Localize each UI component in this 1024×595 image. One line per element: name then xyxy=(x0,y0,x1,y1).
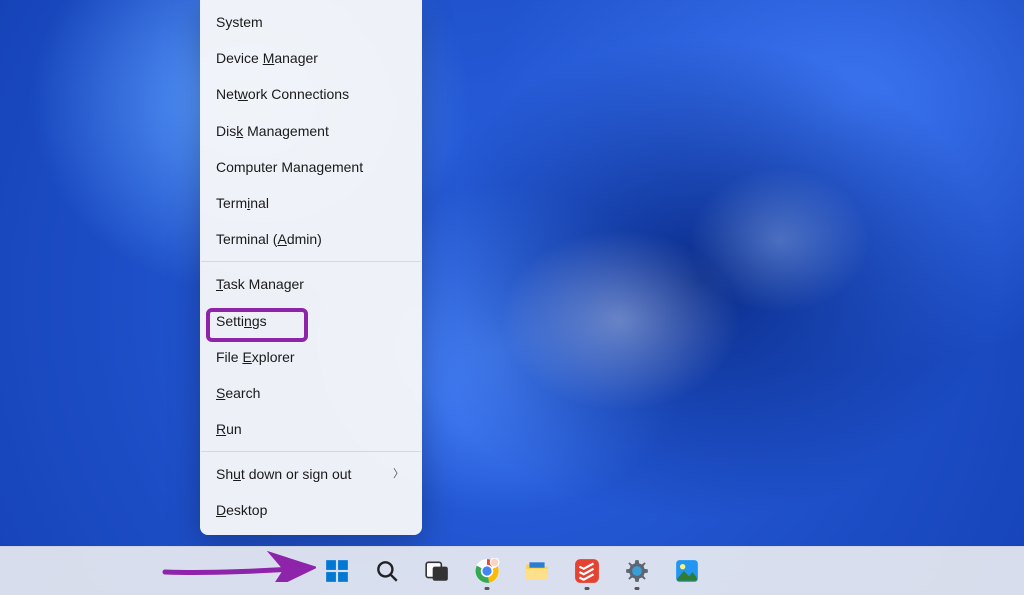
menu-item-shutdown[interactable]: Shut down or sign out〉 xyxy=(200,456,422,492)
menu-item-search[interactable]: Search xyxy=(200,375,422,411)
menu-item-terminal[interactable]: Terminal xyxy=(200,185,422,221)
taskbar xyxy=(0,546,1024,595)
taskbar-search-button[interactable] xyxy=(366,550,408,592)
taskbar-task-view-button[interactable] xyxy=(416,550,458,592)
taskbar-file-explorer-button[interactable] xyxy=(516,550,558,592)
taskbar-active-indicator xyxy=(635,587,640,590)
chevron-right-icon: 〉 xyxy=(393,467,404,481)
menu-item-terminal-admin[interactable]: Terminal (Admin) xyxy=(200,221,422,257)
menu-item-settings[interactable]: Settings xyxy=(200,303,422,339)
winx-context-menu: System Device Manager Network Connection… xyxy=(200,0,422,535)
menu-separator xyxy=(201,451,421,452)
taskbar-active-indicator xyxy=(485,587,490,590)
taskbar-active-indicator xyxy=(585,587,590,590)
taskbar-start-button[interactable] xyxy=(316,550,358,592)
menu-item-network-connections[interactable]: Network Connections xyxy=(200,76,422,112)
taskbar-todoist-button[interactable] xyxy=(566,550,608,592)
menu-separator xyxy=(201,261,421,262)
windows-logo-icon xyxy=(324,558,350,584)
search-icon xyxy=(374,558,400,584)
menu-item-task-manager[interactable]: Task Manager xyxy=(200,266,422,302)
menu-item-file-explorer[interactable]: File Explorer xyxy=(200,339,422,375)
chrome-icon xyxy=(474,558,500,584)
folder-icon xyxy=(524,558,550,584)
taskbar-photos-button[interactable] xyxy=(666,550,708,592)
menu-item-system[interactable]: System xyxy=(200,4,422,40)
taskbar-settings-button[interactable] xyxy=(616,550,658,592)
menu-item-run[interactable]: Run xyxy=(200,411,422,447)
menu-item-desktop[interactable]: Desktop xyxy=(200,492,422,528)
gear-icon xyxy=(624,558,650,584)
desktop-wallpaper xyxy=(0,0,1024,595)
menu-item-disk-management[interactable]: Disk Management xyxy=(200,113,422,149)
task-view-icon xyxy=(424,558,450,584)
photos-icon xyxy=(674,558,700,584)
taskbar-chrome-button[interactable] xyxy=(466,550,508,592)
todoist-icon xyxy=(574,558,600,584)
menu-item-computer-management[interactable]: Computer Management xyxy=(200,149,422,185)
menu-item-device-manager[interactable]: Device Manager xyxy=(200,40,422,76)
